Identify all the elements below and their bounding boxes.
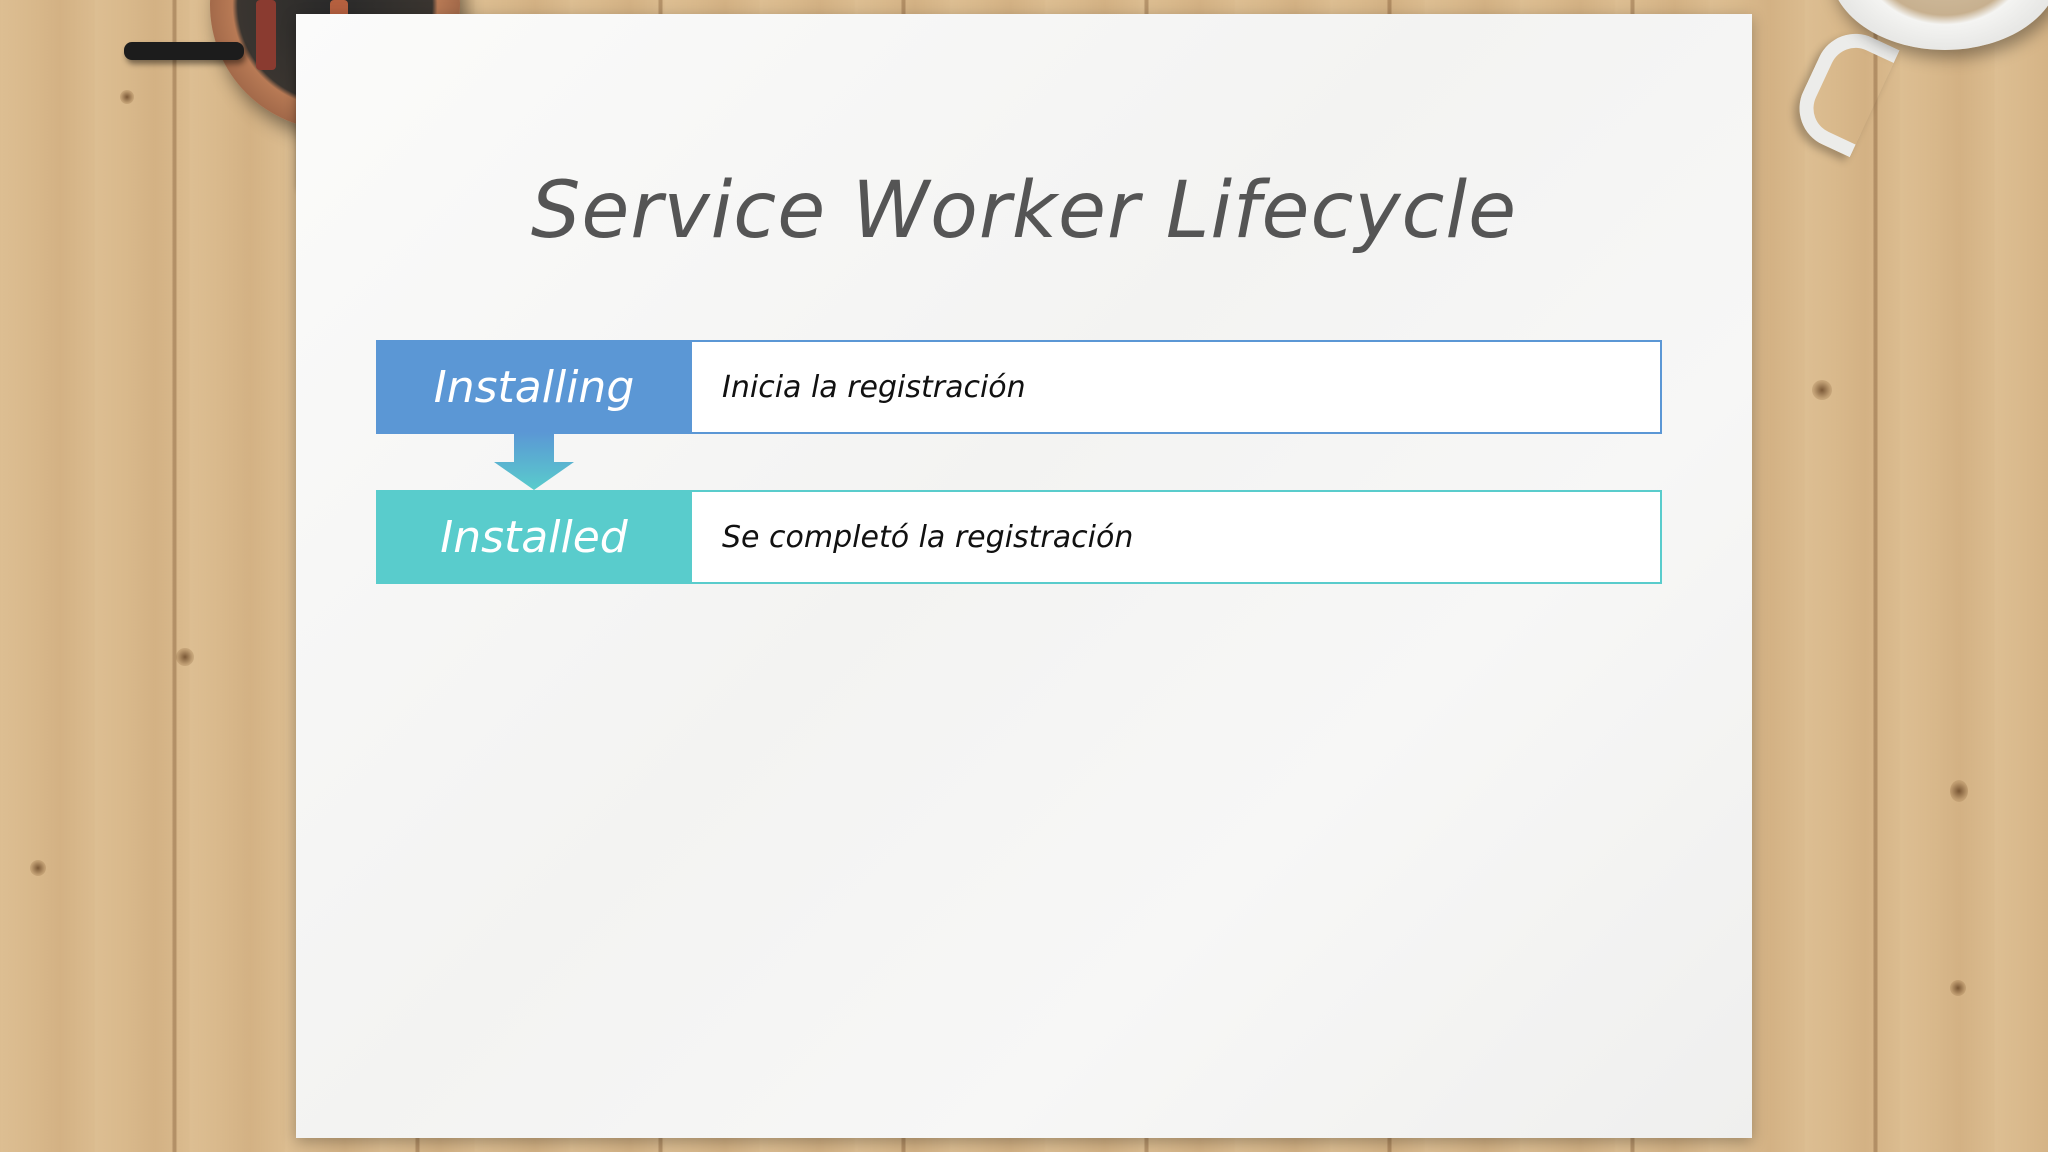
wood-knot: [30, 860, 46, 876]
pencil-image: [256, 0, 276, 70]
stage-label-installed: Installed: [376, 490, 692, 584]
stage-description-installing: Inicia la registración: [722, 369, 1026, 405]
wood-knot: [1950, 780, 1968, 802]
wood-knot: [176, 648, 194, 666]
wood-knot: [120, 90, 134, 104]
pen-image: [124, 42, 244, 60]
wood-knot: [1950, 980, 1966, 996]
wood-knot: [1812, 380, 1832, 400]
lifecycle-step-installing: Installing Inicia la registración: [376, 340, 1662, 434]
stage-description-installed: Se completó la registración: [722, 519, 1134, 555]
stage-label-installing: Installing: [376, 340, 692, 434]
down-arrow-icon: [494, 432, 574, 490]
slide-title: Service Worker Lifecycle: [530, 166, 1518, 256]
mug-handle-image: [1786, 20, 1900, 158]
lifecycle-step-installed: Installed Se completó la registración: [376, 490, 1662, 584]
